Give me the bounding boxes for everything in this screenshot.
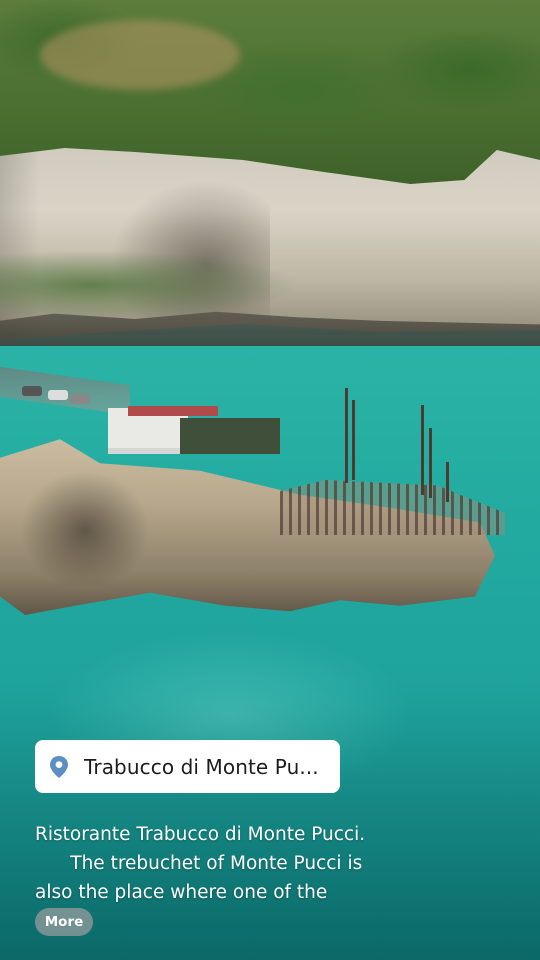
- post-caption: Ristorante Trabucco di Monte Pucci. The …: [35, 820, 505, 907]
- parked-car: [22, 386, 42, 396]
- map-pin-icon: [47, 754, 71, 780]
- location-name: Trabucco di Monte Pu...: [84, 754, 319, 779]
- caption-line: also the place where one of the: [35, 882, 328, 903]
- more-button[interactable]: More: [35, 908, 93, 936]
- location-tag-button[interactable]: Trabucco di Monte Pu...: [35, 740, 340, 793]
- bare-hillside: [40, 20, 240, 90]
- trabucco-pole: [429, 428, 432, 498]
- trabucco-pole: [352, 400, 355, 480]
- cliff-vegetation: [0, 250, 300, 320]
- caption-line: Ristorante Trabucco di Monte Pucci.: [35, 824, 366, 845]
- post-screen: Trabucco di Monte Pu... Ristorante Trabu…: [0, 0, 540, 960]
- trabucco-pole: [446, 462, 449, 502]
- parked-car: [70, 394, 90, 404]
- trabucco-pole: [345, 388, 348, 483]
- parked-car: [48, 390, 68, 400]
- restaurant-deck: [180, 418, 280, 454]
- caption-line: The trebuchet of Monte Pucci is: [35, 853, 363, 874]
- trabucco-pole: [421, 405, 424, 495]
- restaurant-roof: [128, 406, 218, 416]
- promontory-shadow: [20, 470, 150, 590]
